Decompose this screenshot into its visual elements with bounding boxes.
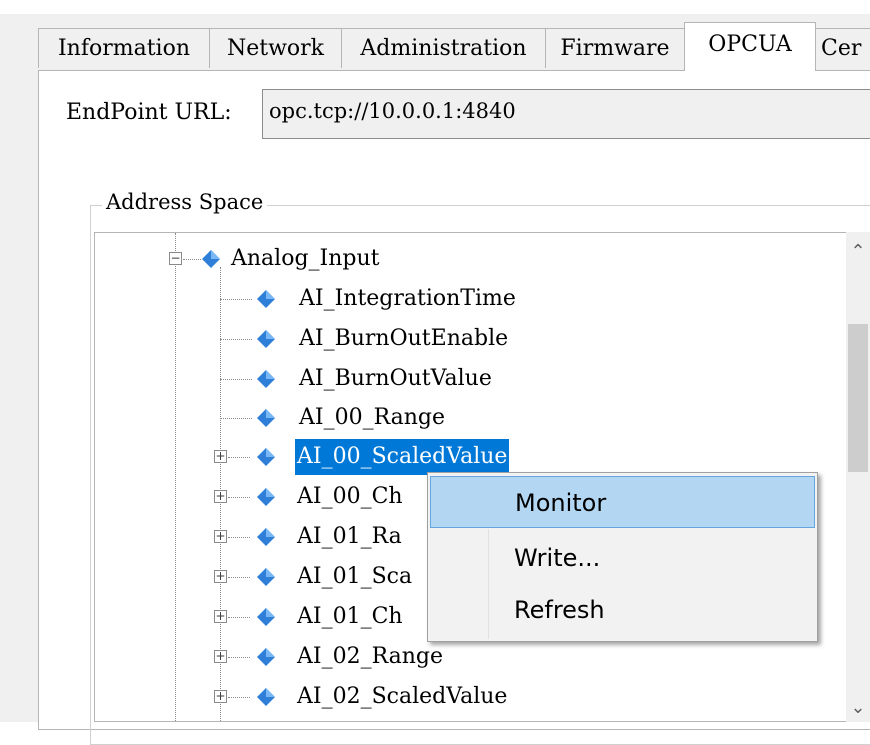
tree-node-label: AI_02_Range [297, 644, 444, 669]
tree-connector [228, 457, 250, 458]
tree-node-label: AI_00_Range [299, 405, 446, 430]
tree-node-analog-input[interactable]: − Analog_Input [169, 241, 569, 277]
tree-node-label: AI_02_ScaledValue [297, 684, 508, 709]
tree-connector [220, 339, 252, 340]
tree-node-label: AI_IntegrationTime [299, 286, 516, 311]
collapse-icon[interactable]: − [169, 252, 182, 265]
address-space-title: Address Space [102, 190, 268, 214]
scrollbar-thumb[interactable] [848, 324, 868, 472]
tree-node-label: AI_01_Sca [297, 564, 413, 589]
tree-connector [228, 577, 250, 578]
variable-node-icon [257, 290, 275, 308]
expand-icon[interactable]: + [214, 650, 227, 663]
menu-item-label: Write... [514, 544, 601, 572]
tree-node-ai-burnoutvalue[interactable]: AI_BurnOutValue [220, 361, 720, 397]
variable-node-icon [257, 688, 275, 706]
expand-icon[interactable]: + [214, 530, 227, 543]
expand-icon[interactable]: + [214, 450, 227, 463]
menu-item-label: Monitor [515, 489, 607, 517]
tree-connector [228, 617, 250, 618]
tree-node-label: AI_01_Ch [297, 604, 403, 629]
tree-node-ai-integrationtime[interactable]: AI_IntegrationTime [220, 281, 720, 317]
tab-network[interactable]: Network [209, 28, 342, 68]
tree-connector [228, 497, 250, 498]
expand-icon[interactable]: + [214, 610, 227, 623]
tab-bar: Information Network Administration Firmw… [0, 22, 870, 71]
variable-node-icon [257, 409, 275, 427]
chevron-down-icon[interactable]: ⌄ [846, 696, 870, 720]
tree-node-ai-00-scaledvalue[interactable]: + AI_00_ScaledValue [214, 438, 774, 476]
opcua-settings-window: Information Network Administration Firmw… [0, 0, 870, 745]
tree-connector [228, 537, 250, 538]
menu-item-refresh[interactable]: Refresh [430, 584, 815, 636]
chevron-up-icon[interactable]: ⌃ [846, 240, 870, 264]
tree-node-ai-burnoutenable[interactable]: AI_BurnOutEnable [220, 321, 720, 357]
variable-node-icon [257, 528, 275, 546]
tree-guide-line [175, 233, 176, 721]
expand-icon[interactable]: + [214, 690, 227, 703]
tree-node-label: AI_BurnOutValue [299, 366, 492, 391]
variable-node-icon [202, 250, 220, 268]
tab-opcua[interactable]: OPCUA [684, 22, 816, 71]
variable-node-icon [257, 330, 275, 348]
tab-firmware[interactable]: Firmware [545, 28, 685, 68]
tree-connector [183, 259, 201, 260]
variable-node-icon [257, 648, 275, 666]
variable-node-icon [257, 488, 275, 506]
menu-item-monitor[interactable]: Monitor [430, 476, 815, 528]
tree-connector [220, 418, 252, 419]
tree-node-label: AI_00_ScaledValue [293, 438, 511, 476]
tree-node-label: AI_01_Ra [297, 524, 402, 549]
tree-connector [220, 379, 252, 380]
variable-node-icon [257, 568, 275, 586]
expand-icon[interactable]: + [214, 490, 227, 503]
context-menu: Monitor Write... Refresh [427, 472, 818, 642]
tree-connector [228, 657, 250, 658]
expand-icon[interactable]: + [214, 570, 227, 583]
tree-connector [220, 299, 252, 300]
variable-node-icon [257, 370, 275, 388]
tree-node-ai-02-scaledvalue[interactable]: + AI_02_ScaledValue [214, 679, 774, 715]
tab-administration[interactable]: Administration [341, 28, 546, 68]
endpoint-url-field[interactable]: opc.tcp://10.0.0.1:4840 [262, 89, 870, 139]
tree-connector [228, 697, 250, 698]
tree-node-ai-02-range[interactable]: + AI_02_Range [214, 639, 774, 675]
menu-item-label: Refresh [514, 596, 605, 624]
tab-information[interactable]: Information [38, 28, 210, 68]
tree-node-label: AI_BurnOutEnable [299, 326, 509, 351]
variable-node-icon [257, 448, 275, 466]
tree-node-label: AI_00_Ch [297, 484, 403, 509]
tree-vertical-scrollbar[interactable]: ⌃ ⌄ [846, 232, 870, 722]
menu-item-write[interactable]: Write... [430, 532, 815, 584]
variable-node-icon [257, 608, 275, 626]
tree-node-label: Analog_Input [231, 246, 380, 271]
endpoint-url-label: EndPoint URL: [66, 100, 232, 125]
tab-cer[interactable]: Cer [815, 28, 870, 68]
top-edge [0, 0, 870, 14]
tree-node-ai-00-range[interactable]: AI_00_Range [220, 400, 720, 436]
